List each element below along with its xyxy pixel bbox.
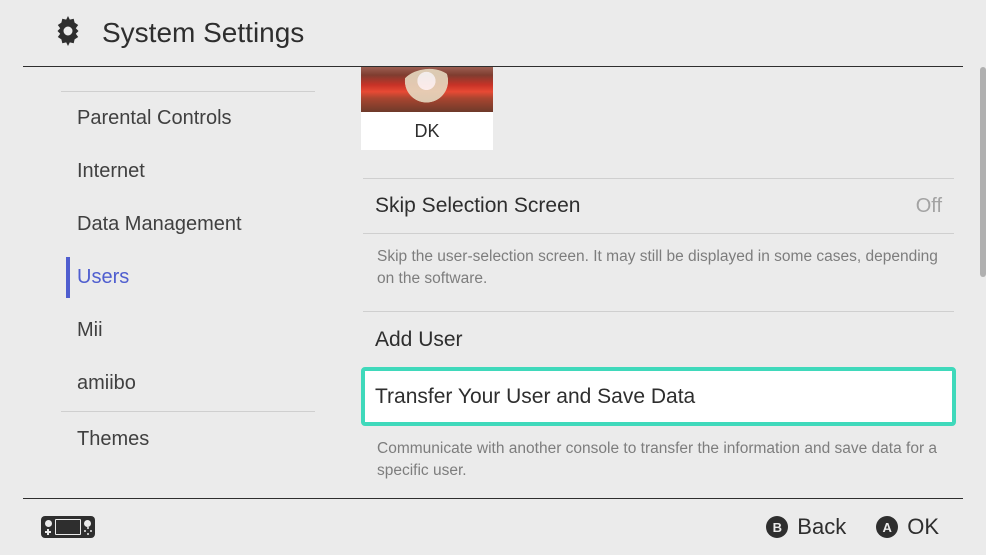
avatar (361, 67, 493, 112)
back-label: Back (797, 514, 846, 540)
sidebar-item-internet[interactable]: Internet (61, 145, 315, 198)
row-description-skip: Skip the user-selection screen. It may s… (363, 234, 954, 312)
row-label: Skip Selection Screen (375, 194, 580, 218)
row-value: Off (916, 195, 942, 218)
sidebar-item-label: amiibo (77, 372, 136, 395)
sidebar-item-label: Internet (77, 160, 145, 183)
a-button-icon: A (876, 516, 898, 538)
sidebar-item-parental-controls[interactable]: Parental Controls (61, 92, 315, 145)
sidebar-item-label: Parental Controls (77, 107, 232, 130)
scrollbar-thumb[interactable] (980, 67, 986, 277)
user-name: DK (361, 112, 493, 150)
row-label: Transfer Your User and Save Data (375, 385, 695, 409)
sidebar-item-label: Mii (77, 319, 103, 342)
back-button[interactable]: B Back (766, 514, 846, 540)
sidebar-item-label: Users (77, 266, 129, 289)
row-skip-selection-screen[interactable]: Skip Selection Screen Off (363, 179, 954, 234)
main-content: DK Skip Selection Screen Off Skip the us… (315, 67, 980, 498)
b-button-icon: B (766, 516, 788, 538)
sidebar-item-partial (61, 67, 315, 92)
row-label: Add User (375, 328, 463, 352)
sidebar-item-themes[interactable]: Themes (61, 413, 315, 466)
sidebar-item-label: Data Management (77, 213, 242, 236)
scrollbar[interactable] (980, 67, 986, 498)
header: System Settings (23, 0, 963, 67)
sidebar-item-label: Themes (77, 428, 149, 451)
ok-button[interactable]: A OK (876, 514, 939, 540)
sidebar: Parental Controls Internet Data Manageme… (23, 67, 315, 498)
footer-actions: B Back A OK (766, 514, 939, 540)
user-card[interactable]: DK (361, 67, 493, 150)
sidebar-item-data-management[interactable]: Data Management (61, 198, 315, 251)
footer: B Back A OK (23, 498, 963, 555)
ok-label: OK (907, 514, 939, 540)
sidebar-divider (61, 411, 315, 412)
row-add-user[interactable]: Add User (363, 312, 954, 367)
body: Parental Controls Internet Data Manageme… (23, 67, 980, 498)
page-title: System Settings (102, 17, 304, 49)
console-icon (41, 516, 95, 538)
row-description-transfer: Communicate with another console to tran… (363, 426, 954, 498)
sidebar-item-mii[interactable]: Mii (61, 304, 315, 357)
sidebar-item-amiibo[interactable]: amiibo (61, 357, 315, 410)
sidebar-item-users[interactable]: Users (61, 251, 315, 304)
gear-icon (50, 13, 86, 54)
row-transfer-user-save-data[interactable]: Transfer Your User and Save Data (363, 369, 954, 424)
